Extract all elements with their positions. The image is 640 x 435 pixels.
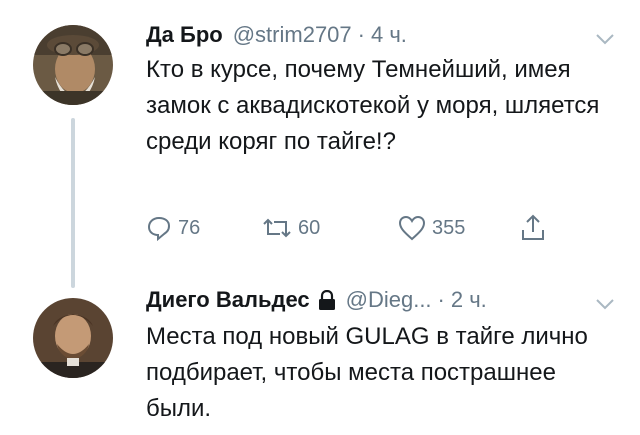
heart-icon — [398, 215, 426, 241]
tweet-text: Кто в курсе, почему Темнейший, имея замо… — [146, 56, 600, 155]
username[interactable]: @Dieg... — [346, 285, 432, 315]
reply-icon — [147, 216, 171, 241]
display-name[interactable]: Да Бро — [146, 20, 223, 50]
tweet-header: Да Бро @strim2707 · 4 ч. — [146, 20, 407, 50]
retweet-button[interactable]: 60 — [262, 212, 320, 244]
tweet-actions: 76 60 355 — [146, 212, 586, 244]
share-icon — [522, 214, 544, 240]
tweet-header: Диего Вальдес @Dieg... · 2 ч. — [146, 285, 487, 315]
like-button[interactable]: 355 — [398, 212, 465, 244]
separator-dot: · — [437, 287, 445, 312]
retweet-icon — [263, 218, 291, 238]
avatar[interactable] — [33, 25, 113, 105]
thread-line — [71, 118, 75, 288]
display-name[interactable]: Диего Вальдес — [146, 285, 310, 315]
reply-button[interactable]: 76 — [146, 212, 200, 244]
reply-count: 76 — [178, 216, 201, 239]
separator-dot: · — [357, 22, 365, 47]
username[interactable]: @strim2707 — [233, 20, 352, 50]
share-button[interactable] — [520, 212, 552, 244]
lock-icon — [318, 290, 336, 310]
timestamp[interactable]: 4 ч. — [371, 20, 407, 50]
like-count: 355 — [432, 216, 466, 239]
retweet-count: 60 — [298, 216, 321, 239]
chevron-down-icon[interactable] — [595, 297, 615, 311]
chevron-down-icon[interactable] — [595, 32, 615, 46]
timestamp[interactable]: 2 ч. — [451, 285, 487, 315]
avatar[interactable] — [33, 298, 113, 378]
tweet-text: Места под новый GULAG в тайге лично подб… — [146, 323, 588, 422]
